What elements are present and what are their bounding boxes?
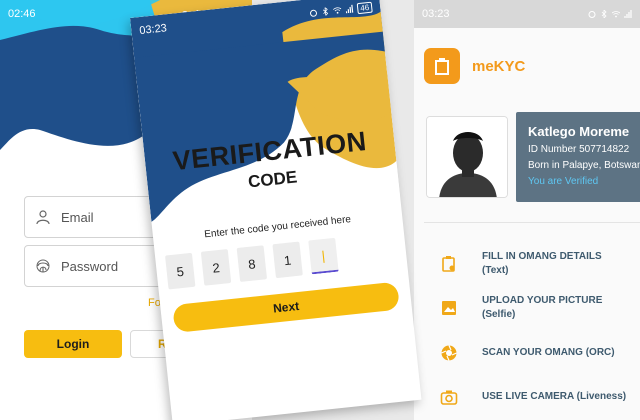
profile-id: ID Number 507714822 xyxy=(528,144,630,155)
fingerprint-icon xyxy=(36,259,50,273)
menu-label-line1: SCAN YOUR OMANG (ORC) xyxy=(482,347,615,358)
menu-label-line1: FILL IN OMANG DETAILS xyxy=(482,251,602,262)
clipboard-icon xyxy=(442,256,455,272)
menu-label: USE LIVE CAMERA (Liveness) xyxy=(482,390,626,404)
signal-icon xyxy=(345,4,354,14)
menu-label-line2: (Selfie) xyxy=(482,309,516,320)
status-icons: 46 xyxy=(309,1,373,19)
verified-status: You are Verified xyxy=(528,176,599,187)
camera-icon xyxy=(440,390,458,405)
status-icons xyxy=(588,10,632,18)
verification-screen: 03:23 46 VERIFICATION CODE Enter the cod… xyxy=(130,0,422,420)
menu-label-line2: (Text) xyxy=(482,265,509,276)
clipboard-logo-icon xyxy=(435,58,449,75)
alarm-icon xyxy=(310,9,318,17)
menu-item-scan-omang[interactable]: SCAN YOUR OMANG (ORC) xyxy=(440,344,615,362)
avatar xyxy=(427,117,507,197)
menu-label: UPLOAD YOUR PICTURE (Selfie) xyxy=(482,294,602,322)
status-bar: 03:23 xyxy=(414,0,640,28)
divider xyxy=(424,222,640,223)
aperture-icon xyxy=(441,345,457,361)
code-digit-input[interactable]: 2 xyxy=(200,249,232,286)
menu-label: FILL IN OMANG DETAILS (Text) xyxy=(482,250,602,278)
profile-card: Katlego Moreme ID Number 507714822 Born … xyxy=(516,112,640,202)
profile-name: Katlego Moreme xyxy=(528,124,630,139)
screenshot-collage: 02:46 42 Email Password Forgo Login Reg … xyxy=(0,0,640,420)
app-header: meKYC xyxy=(424,48,525,84)
profile-photo xyxy=(426,116,508,198)
email-placeholder: Email xyxy=(61,209,94,225)
app-logo xyxy=(424,48,460,84)
image-icon xyxy=(442,301,456,315)
profile-birthplace: Born in Palapye, Botswan xyxy=(528,160,640,171)
code-digit-input[interactable]: 5 xyxy=(165,252,196,290)
wifi-icon xyxy=(612,11,620,18)
wifi-icon xyxy=(333,7,342,14)
bluetooth-icon xyxy=(601,10,607,18)
status-time: 03:23 xyxy=(138,22,168,38)
app-name: meKYC xyxy=(472,57,526,75)
password-placeholder: Password xyxy=(61,258,119,274)
battery-indicator: 46 xyxy=(356,1,373,14)
status-time: 02:46 xyxy=(8,8,36,20)
code-digit-input-active[interactable]: | xyxy=(308,237,339,275)
menu-item-fill-omang[interactable]: FILL IN OMANG DETAILS (Text) xyxy=(440,250,602,278)
person-icon xyxy=(36,210,50,225)
next-button[interactable]: Next xyxy=(172,281,400,334)
menu-item-upload-picture[interactable]: UPLOAD YOUR PICTURE (Selfie) xyxy=(440,294,602,322)
menu-label-line1: USE LIVE CAMERA (Liveness) xyxy=(482,391,627,402)
menu-label-line1: UPLOAD YOUR PICTURE xyxy=(482,295,603,306)
signal-icon xyxy=(624,10,632,18)
code-digit-input[interactable]: 8 xyxy=(236,245,268,282)
status-time: 03:23 xyxy=(422,8,450,20)
alarm-icon xyxy=(588,11,596,18)
menu-item-live-camera[interactable]: USE LIVE CAMERA (Liveness) xyxy=(440,388,626,406)
code-digit-input[interactable]: 1 xyxy=(272,241,303,279)
kyc-screen: 03:23 meKYC Katlego Moreme ID Number 507… xyxy=(414,0,640,420)
bluetooth-icon xyxy=(323,7,329,16)
menu-label: SCAN YOUR OMANG (ORC) xyxy=(482,346,615,360)
login-button[interactable]: Login xyxy=(24,330,122,358)
